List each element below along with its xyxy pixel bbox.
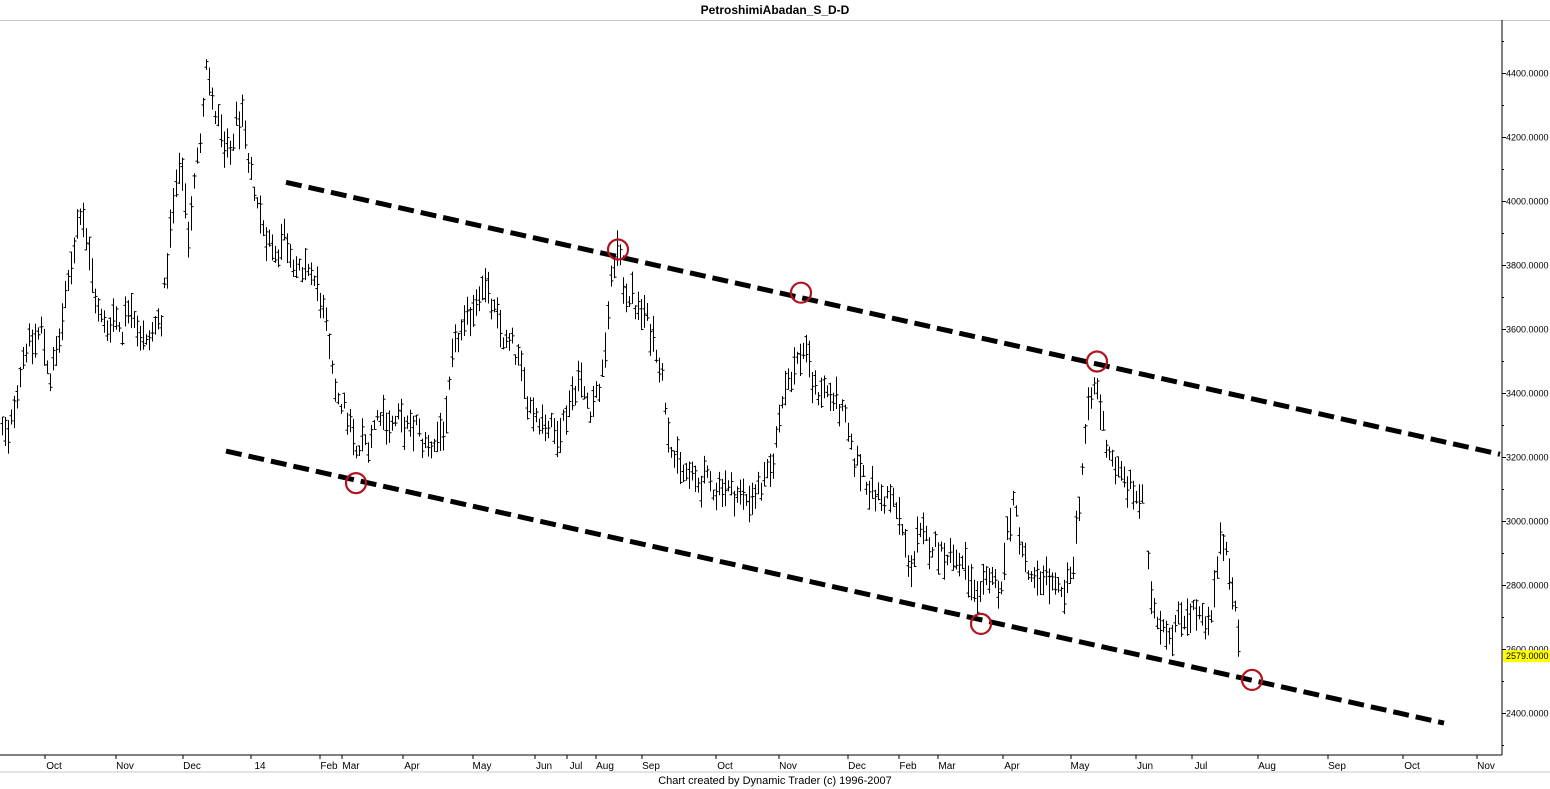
y-tick-label: 3800.0000 bbox=[1506, 261, 1549, 271]
x-tick-label: Sep bbox=[642, 761, 660, 772]
y-tick-label: 4200.0000 bbox=[1506, 133, 1549, 143]
y-axis: 2400.00002600.00002800.00003000.00003200… bbox=[1502, 41, 1550, 746]
x-tick-label: 14 bbox=[254, 761, 266, 772]
x-tick-label: Aug bbox=[596, 761, 614, 772]
price-bars bbox=[0, 59, 1241, 657]
touch-marker bbox=[969, 612, 993, 636]
x-tick-label: Oct bbox=[1404, 761, 1420, 772]
x-tick-label: Dec bbox=[848, 761, 866, 772]
x-tick-label: Mar bbox=[342, 761, 360, 772]
x-tick-label: Nov bbox=[779, 761, 797, 772]
x-tick-label: Jul bbox=[570, 761, 583, 772]
upper-channel-line bbox=[285, 179, 1501, 457]
x-tick-label: Sep bbox=[1328, 761, 1346, 772]
x-tick-label: May bbox=[473, 761, 492, 772]
y-tick-label: 4400.0000 bbox=[1506, 69, 1549, 79]
price-chart[interactable]: 2400.00002600.00002800.00003000.00003200… bbox=[0, 0, 1550, 789]
y-tick-label: 3000.0000 bbox=[1506, 517, 1549, 527]
touch-marker bbox=[789, 281, 813, 304]
trendlines bbox=[225, 179, 1501, 726]
touch-markers bbox=[344, 238, 1264, 692]
y-tick-label: 2400.0000 bbox=[1506, 709, 1549, 719]
y-tick-label: 3400.0000 bbox=[1506, 389, 1549, 399]
y-tick-label: 2800.0000 bbox=[1506, 581, 1549, 591]
x-tick-label: Feb bbox=[320, 761, 338, 772]
x-tick-label: Apr bbox=[404, 761, 420, 772]
x-tick-label: May bbox=[1071, 761, 1090, 772]
y-tick-label: 3200.0000 bbox=[1506, 453, 1549, 463]
x-tick-label: Jul bbox=[1195, 761, 1208, 772]
y-tick-label: 4000.0000 bbox=[1506, 197, 1549, 207]
last-price-label: 2579.0000 bbox=[1506, 651, 1549, 661]
x-tick-label: Apr bbox=[1004, 761, 1020, 772]
chart-footer: Chart created by Dynamic Trader (c) 1996… bbox=[658, 775, 892, 787]
x-tick-label: Mar bbox=[938, 761, 956, 772]
y-tick-label: 3600.0000 bbox=[1506, 325, 1549, 335]
x-tick-label: Jun bbox=[536, 761, 552, 772]
x-tick-label: Oct bbox=[717, 761, 733, 772]
x-tick-label: Feb bbox=[899, 761, 917, 772]
x-axis: Oct Nov Dec 14 Feb Mar Apr May Jun Jul Aug Sep Oct No… bbox=[44, 755, 1495, 772]
chart-window: PetroshimiAbadan_S_D-D 2400.0000 2600.000… bbox=[0, 0, 1550, 789]
x-tick-label: Oct bbox=[46, 761, 62, 772]
plot-frame bbox=[0, 20, 1550, 773]
x-tick-label: Nov bbox=[116, 761, 134, 772]
x-tick-label: Jun bbox=[1137, 761, 1153, 772]
x-tick-label: Dec bbox=[183, 761, 201, 772]
x-tick-label: Aug bbox=[1258, 761, 1276, 772]
x-tick-label: Nov bbox=[1477, 761, 1495, 772]
